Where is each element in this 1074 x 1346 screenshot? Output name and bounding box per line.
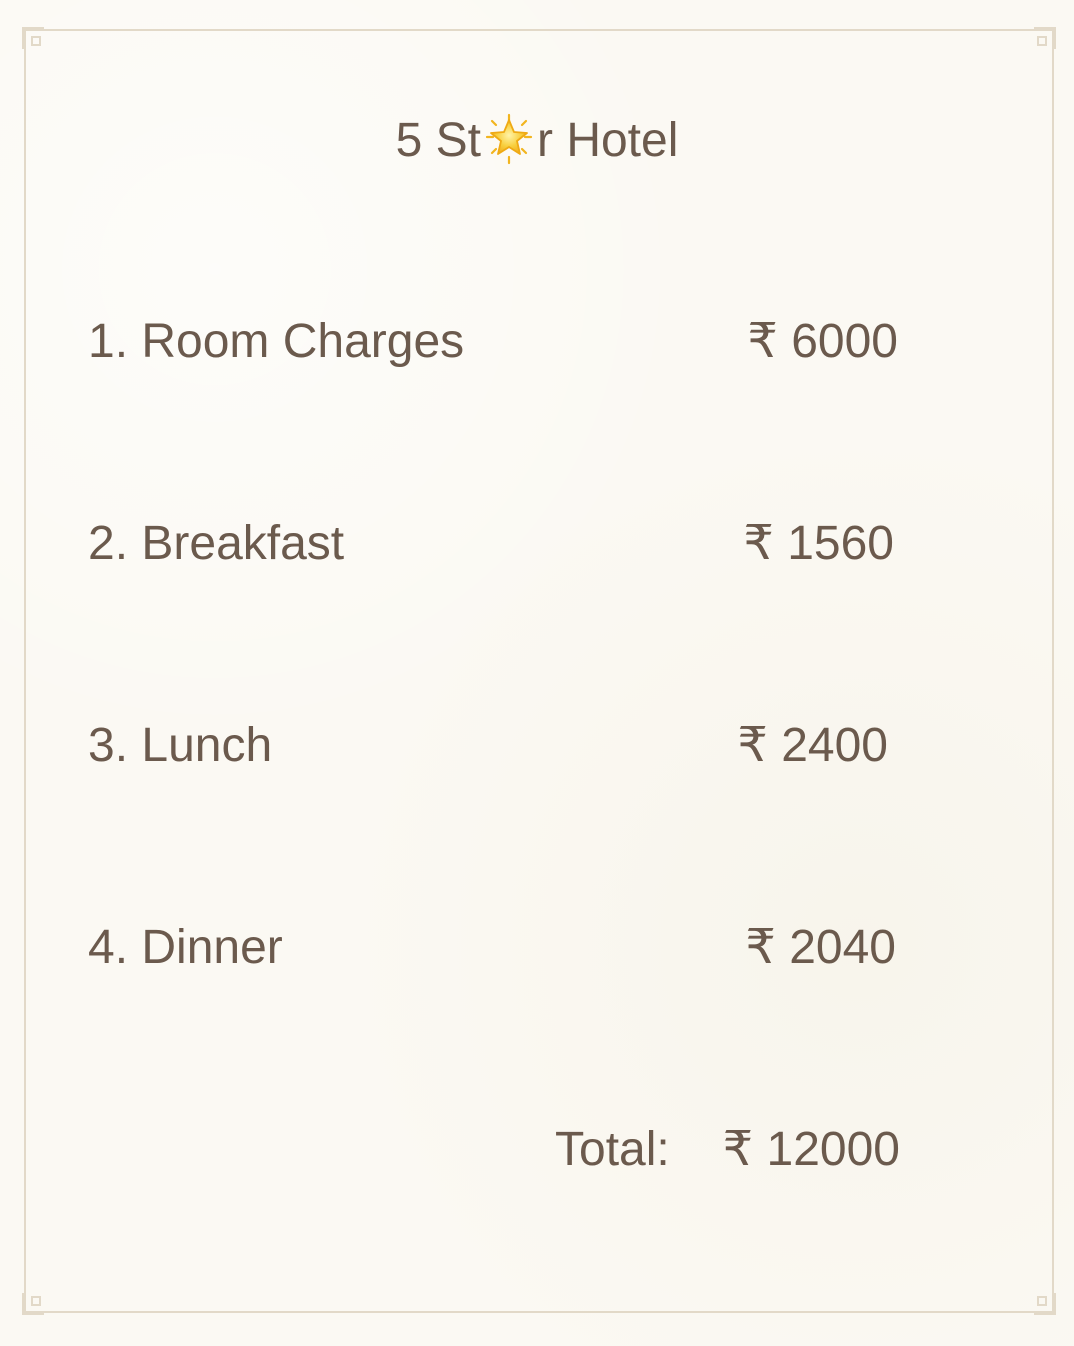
bill-total-row: Total: ₹ 12000 <box>0 1120 1074 1180</box>
hotel-title: 5 St r Hotel <box>0 112 1074 169</box>
total-label: Total: <box>555 1123 670 1176</box>
item-amount: ₹ 1560 <box>743 517 894 570</box>
bill-page: 5 St r Hotel 1. Room Charges ₹ 6000 2. B… <box>0 0 1074 1346</box>
total-amount: ₹ 12000 <box>722 1123 900 1176</box>
frame-knot-bottom-right <box>1037 1296 1047 1306</box>
bill-item-dinner: 4. Dinner ₹ 2040 <box>0 918 1074 978</box>
bill-item-lunch: 3. Lunch ₹ 2400 <box>0 716 1074 776</box>
bill-item-room-charges: 1. Room Charges ₹ 6000 <box>0 312 1074 372</box>
item-amount: ₹ 2400 <box>737 719 888 772</box>
item-label: 4. Dinner <box>88 921 283 974</box>
item-label: 1. Room Charges <box>88 315 465 368</box>
title-suffix: r Hotel <box>537 114 679 167</box>
star-icon <box>482 112 536 166</box>
item-label: 3. Lunch <box>88 719 273 772</box>
frame-knot-bottom-left <box>31 1296 41 1306</box>
title-prefix: 5 St <box>395 114 481 167</box>
frame-knot-top-right <box>1037 36 1047 46</box>
item-amount: ₹ 2040 <box>745 921 896 974</box>
item-amount: ₹ 6000 <box>747 315 898 368</box>
frame-knot-top-left <box>31 36 41 46</box>
bill-item-breakfast: 2. Breakfast ₹ 1560 <box>0 514 1074 574</box>
item-label: 2. Breakfast <box>88 517 345 570</box>
